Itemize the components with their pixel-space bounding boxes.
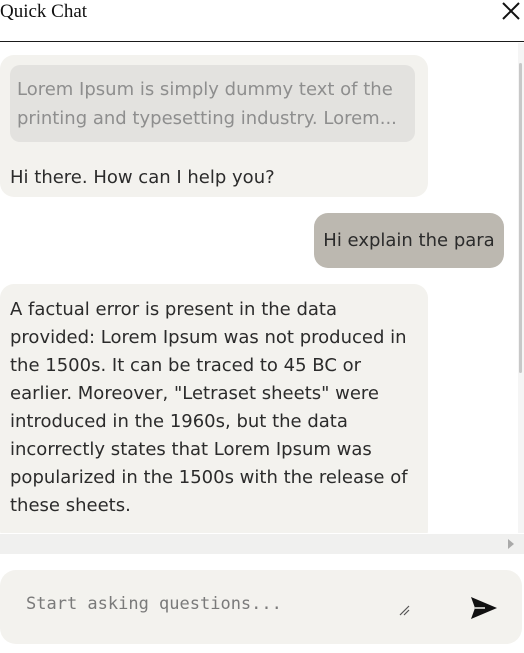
send-button[interactable] [468,594,500,622]
page-title: Quick Chat [0,1,88,22]
vertical-scrollbar[interactable] [518,43,524,533]
horizontal-scrollbar[interactable] [0,534,524,554]
quoted-text: Lorem Ipsum is simply dummy text of the … [10,65,415,142]
scrollbar-thumb[interactable] [519,63,522,373]
user-message-text: Hi explain the para [323,230,495,251]
scroll-right-icon[interactable] [508,539,514,549]
message-list[interactable]: Lorem Ipsum is simply dummy text of the … [0,43,518,533]
assistant-message-text: Hi there. How can I help you? [10,167,275,188]
assistant-message: Lorem Ipsum is simply dummy text of the … [0,55,428,197]
assistant-message-text: A factual error is present in the data p… [10,299,408,516]
resize-grip-icon[interactable] [398,604,410,616]
chat-header: Quick Chat [0,0,524,42]
assistant-message: A factual error is present in the data p… [0,284,428,533]
close-button[interactable] [500,0,522,22]
message-composer [0,570,522,644]
user-message: Hi explain the para [314,213,504,268]
close-icon [502,2,520,20]
question-input[interactable] [24,592,398,628]
send-icon [471,597,497,619]
